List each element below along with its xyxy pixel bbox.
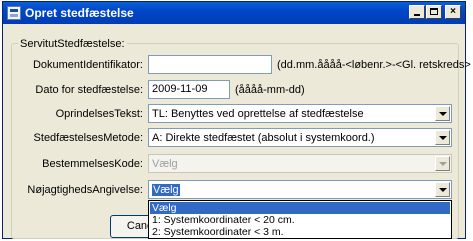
bestemmelse-select: Vælg bbox=[148, 154, 452, 173]
title-bar[interactable]: Opret stedfæstelse × bbox=[3, 2, 465, 24]
oprindelse-label: OprindelsesTekst: bbox=[55, 108, 143, 120]
oprindelse-value: TL: Benyttes ved oprettelse af stedfæste… bbox=[152, 108, 364, 120]
chevron-down-icon[interactable] bbox=[435, 130, 450, 145]
metode-select[interactable]: A: Direkte stedfæstet (absolut i systemk… bbox=[148, 128, 452, 147]
maximize-icon bbox=[430, 8, 438, 15]
metode-value: A: Direkte stedfæstet (absolut i systemk… bbox=[152, 132, 375, 144]
chevron-down-icon bbox=[435, 156, 450, 171]
noejagtighed-value: Vælg bbox=[152, 184, 180, 196]
dato-label: Dato for stedfæstelse: bbox=[35, 84, 143, 96]
close-button[interactable]: × bbox=[445, 5, 461, 19]
chevron-down-icon[interactable] bbox=[435, 182, 450, 197]
noejagtighed-dropdown-list: Vælg 1: Systemkoordinater < 20 cm. 2: Sy… bbox=[148, 200, 452, 239]
dokument-id-input[interactable] bbox=[148, 55, 272, 74]
minimize-button[interactable] bbox=[409, 5, 425, 19]
dropdown-option[interactable]: 2: Systemkoordinater < 3 m. bbox=[150, 226, 450, 238]
metode-label: StedfæstelsesMetode: bbox=[33, 132, 143, 144]
close-icon: × bbox=[450, 6, 456, 17]
dokument-id-label: DokumentIdentifikator: bbox=[32, 59, 143, 71]
dato-hint: (åååå-mm-dd) bbox=[235, 84, 305, 96]
chevron-down-icon[interactable] bbox=[435, 106, 450, 121]
bestemmelse-label: BestemmelsesKode: bbox=[42, 158, 143, 170]
dato-input[interactable]: 2009-11-09 bbox=[148, 80, 230, 99]
app-icon bbox=[7, 6, 21, 20]
oprindelse-select[interactable]: TL: Benyttes ved oprettelse af stedfæste… bbox=[148, 104, 452, 123]
maximize-button[interactable] bbox=[426, 5, 442, 19]
dokument-id-hint: (dd.mm.åååå-<løbenr.>-<Gl. retskreds> bbox=[277, 59, 471, 71]
window-title: Opret stedfæstelse bbox=[25, 6, 134, 20]
bestemmelse-value: Vælg bbox=[152, 158, 178, 170]
group-legend: ServitutStedfæstelse: bbox=[18, 38, 127, 50]
noejagtighed-select[interactable]: Vælg bbox=[148, 180, 452, 199]
minimize-icon bbox=[414, 14, 420, 16]
dropdown-option[interactable]: 1: Systemkoordinater < 20 cm. bbox=[150, 214, 450, 226]
noejagtighed-label: NøjagtighedsAngivelse: bbox=[27, 184, 143, 196]
dropdown-option[interactable]: Vælg bbox=[150, 202, 450, 214]
